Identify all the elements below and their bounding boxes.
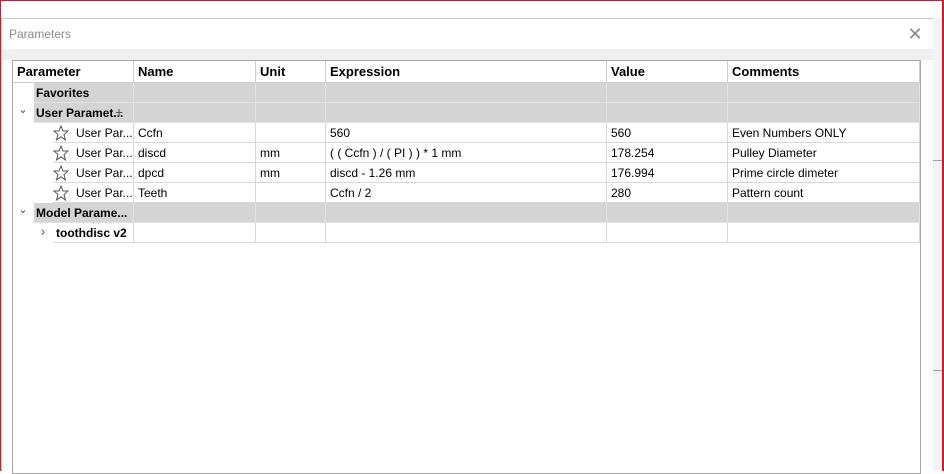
column-header-parameter[interactable]: Parameter [13,61,134,83]
column-header-unit[interactable]: Unit [256,61,326,83]
table-row[interactable]: User Par... discd mm ( ( Ccfn ) / ( PI )… [13,143,920,163]
unit-cell[interactable] [256,123,326,143]
table-header: Parameter Name Unit Expression Value Com… [13,61,920,83]
value-cell: 560 [607,123,728,143]
background-line [932,160,942,161]
background-line [932,370,942,371]
value-cell: 176.994 [607,163,728,183]
group-cell [728,83,920,103]
param-type-cell: User Par... [53,143,134,163]
param-type-cell: User Par... [53,123,134,143]
group-cell [326,103,607,123]
name-cell[interactable]: discd [134,143,256,163]
titlebar: Parameters ✕ [2,19,933,49]
comment-cell[interactable]: Pulley Diameter [728,143,920,163]
star-outline-icon[interactable] [53,145,69,161]
column-header-value[interactable]: Value [607,61,728,83]
group-cell [134,103,256,123]
chevron-down-icon[interactable]: ⌄ [17,203,29,217]
group-cell [134,83,256,103]
group-cell [256,203,326,223]
background-window-edge [932,18,942,471]
close-icon: ✕ [907,24,923,44]
unit-cell[interactable] [256,183,326,203]
group-cell [607,103,728,123]
column-header-comments[interactable]: Comments [728,61,920,83]
parameters-table: Parameter Name Unit Expression Value Com… [12,60,921,474]
group-cell [326,83,607,103]
model-component-cell: toothdisc v2 [53,223,134,243]
window-highlight-top [0,0,944,1]
unit-cell[interactable]: mm [256,163,326,183]
group-cell [728,103,920,123]
star-outline-icon[interactable] [53,165,69,181]
expression-cell[interactable]: ( ( Ccfn ) / ( PI ) ) * 1 mm [326,143,607,163]
name-cell[interactable]: Ccfn [134,123,256,143]
table-row[interactable]: › toothdisc v2 [13,223,920,243]
param-type-cell: User Par... [53,183,134,203]
name-cell[interactable]: dpcd [134,163,256,183]
comment-cell[interactable]: Pattern count [728,183,920,203]
parameters-dialog: Parameters ✕ Parameter Name Unit Express… [1,18,933,474]
group-user-parameters-label: User Paramet... + [34,103,134,123]
chevron-down-icon[interactable]: ⌄ [17,103,29,117]
empty-cell [728,223,920,243]
group-cell [326,203,607,223]
group-favorites-label: Favorites [34,83,134,103]
table-row[interactable]: User Par... dpcd mm discd - 1.26 mm 176.… [13,163,920,183]
star-outline-icon[interactable] [53,185,69,201]
empty-cell [134,223,256,243]
add-icon[interactable]: + [115,103,123,122]
group-model-parameters[interactable]: ⌄ Model Parame... [13,203,920,223]
comment-cell[interactable]: Prime circle dimeter [728,163,920,183]
comment-cell[interactable]: Even Numbers ONLY [728,123,920,143]
group-model-parameters-label: Model Parame... [34,203,134,223]
empty-cell [326,223,607,243]
name-cell[interactable]: Teeth [134,183,256,203]
group-cell [256,83,326,103]
group-user-parameters[interactable]: ⌄ User Paramet... + [13,103,920,123]
empty-cell [607,223,728,243]
table-row[interactable]: User Par... Ccfn 560 560 Even Numbers ON… [13,123,920,143]
group-cell [728,203,920,223]
param-type-cell: User Par... [53,163,134,183]
empty-cell [256,223,326,243]
value-cell: 280 [607,183,728,203]
value-cell: 178.254 [607,143,728,163]
titlebar-separator [2,49,933,60]
expression-cell[interactable]: Ccfn / 2 [326,183,607,203]
group-cell [134,203,256,223]
window-title: Parameters [9,27,72,41]
column-header-expression[interactable]: Expression [326,61,607,83]
expression-cell[interactable]: 560 [326,123,607,143]
group-cell [256,103,326,123]
table-row[interactable]: User Par... Teeth Ccfn / 2 280 Pattern c… [13,183,920,203]
close-button[interactable]: ✕ [902,23,928,45]
group-favorites[interactable]: Favorites [13,83,920,103]
column-header-name[interactable]: Name [134,61,256,83]
star-outline-icon[interactable] [53,125,69,141]
group-cell [607,203,728,223]
chevron-right-icon[interactable]: › [37,223,49,239]
group-cell [607,83,728,103]
unit-cell[interactable]: mm [256,143,326,163]
expression-cell[interactable]: discd - 1.26 mm [326,163,607,183]
